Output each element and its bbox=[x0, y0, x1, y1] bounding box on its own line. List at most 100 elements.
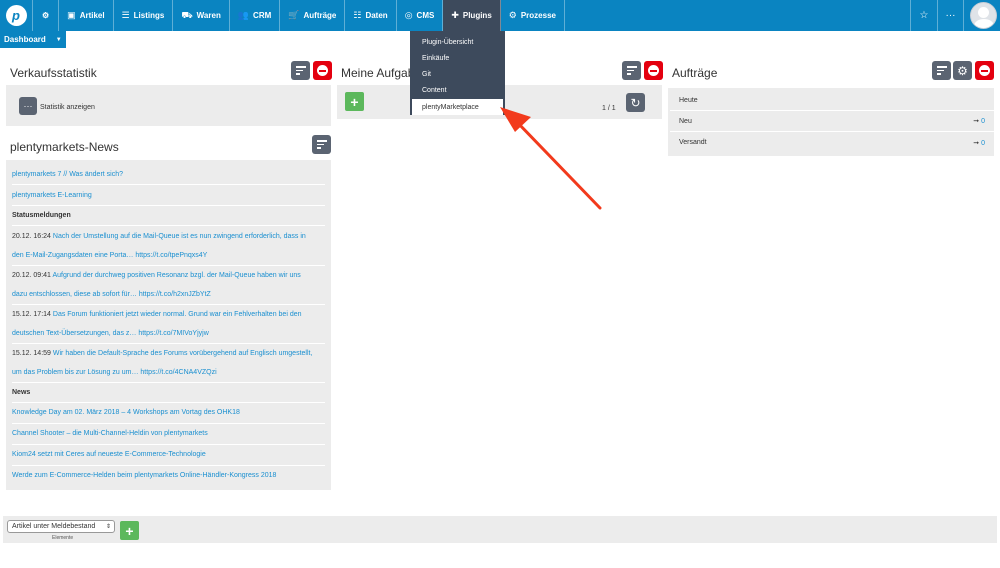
top-navigation-bar: p ⚙ ▣ Artikel ☰ Listings ⛟ Waren 👥 CRM 🛒… bbox=[0, 0, 1000, 31]
aufgaben-sort-button[interactable] bbox=[622, 61, 641, 80]
auftraege-settings-button[interactable]: ⚙ bbox=[953, 61, 972, 80]
app-root: p ⚙ ▣ Artikel ☰ Listings ⛟ Waren 👥 CRM 🛒… bbox=[0, 0, 1000, 568]
minus-circle-icon bbox=[317, 65, 328, 76]
menu-item-plentymarketplace[interactable]: plentyMarketplace bbox=[412, 99, 503, 115]
auftraege-remove-button[interactable] bbox=[975, 61, 994, 80]
widget-select[interactable]: Artikel unter Meldebestand ⇕ bbox=[7, 520, 115, 533]
nav-item-auftraege[interactable]: 🛒 Aufträge bbox=[280, 0, 346, 31]
nav-label: Artikel bbox=[79, 11, 105, 20]
status-message[interactable]: 20.12. 16:24 Nach der Umstellung auf die… bbox=[12, 227, 325, 266]
news-item[interactable]: plentymarkets 7 // Was ändert sich? bbox=[12, 165, 325, 185]
nav-label: Daten bbox=[365, 11, 388, 20]
more-button[interactable]: ··· bbox=[937, 0, 964, 31]
status-text-line1[interactable]: Das Forum funktioniert jetzt wieder norm… bbox=[53, 311, 302, 318]
cart-icon: 🛒 bbox=[288, 10, 300, 20]
news-link[interactable]: Channel Shooter – die Multi-Channel-Held… bbox=[12, 430, 208, 437]
add-task-button[interactable]: + bbox=[345, 92, 364, 111]
order-count-value[interactable]: 0 bbox=[981, 140, 985, 147]
plus-icon: + bbox=[350, 93, 359, 110]
nav-item-prozesse[interactable]: ⚙ Prozesse bbox=[501, 0, 565, 31]
plentymarkets-logo[interactable]: p bbox=[0, 0, 33, 31]
minus-circle-icon bbox=[648, 65, 659, 76]
menu-item-plugin-uebersicht[interactable]: Plugin-Übersicht bbox=[410, 34, 505, 50]
plus-icon: + bbox=[125, 522, 134, 539]
news-link[interactable]: plentymarkets 7 // Was ändert sich? bbox=[12, 171, 123, 178]
auftraege-sort-button[interactable] bbox=[932, 61, 951, 80]
news-section-heading: Statusmeldungen bbox=[12, 206, 325, 226]
menu-item-content[interactable]: Content bbox=[410, 82, 505, 98]
nav-item-listings[interactable]: ☰ Listings bbox=[114, 0, 174, 31]
gear-icon: ⚙ bbox=[957, 63, 968, 78]
status-text-line2[interactable]: dazu entschlossen, diese ab sofort für… … bbox=[12, 291, 211, 298]
status-text-line1[interactable]: Nach der Umstellung auf die Mail-Queue i… bbox=[53, 233, 306, 240]
order-row-neu[interactable]: Neu ➞ 0 bbox=[670, 111, 994, 132]
favorites-button[interactable]: ☆ bbox=[910, 0, 937, 31]
status-date: 15.12. 17:14 bbox=[12, 311, 51, 318]
sort-icon bbox=[295, 66, 306, 75]
status-text-line2[interactable]: den E-Mail-Zugangsdaten eine Porta… http… bbox=[12, 252, 207, 259]
news-link[interactable]: Werde zum E-Commerce-Helden beim plentym… bbox=[12, 472, 276, 479]
user-avatar[interactable] bbox=[970, 2, 997, 29]
heading-text: Statusmeldungen bbox=[12, 212, 71, 219]
order-row-label: Neu bbox=[679, 117, 692, 125]
arrow-right-icon: ➞ bbox=[973, 139, 980, 147]
order-row-versandt[interactable]: Versandt ➞ 0 bbox=[670, 132, 994, 153]
status-text-line1[interactable]: Aufgrund der durchweg positiven Resonanz… bbox=[53, 272, 301, 279]
news-item[interactable]: Werde zum E-Commerce-Helden beim plentym… bbox=[12, 466, 325, 487]
menu-item-einkaeufe[interactable]: Einkäufe bbox=[410, 50, 505, 66]
nav-label: CMS bbox=[416, 11, 435, 20]
chevron-down-icon: ▼ bbox=[55, 36, 62, 43]
news-link[interactable]: Kiom24 setzt mit Ceres auf neueste E-Com… bbox=[12, 451, 206, 458]
dashboard-tab-label: Dashboard bbox=[4, 35, 46, 44]
news-item[interactable]: Kiom24 setzt mit Ceres auf neueste E-Com… bbox=[12, 445, 325, 466]
news-item[interactable]: Knowledge Day am 02. März 2018 – 4 Works… bbox=[12, 403, 325, 424]
refresh-button[interactable]: ↻ bbox=[626, 93, 645, 112]
process-icon: ⚙ bbox=[508, 10, 517, 20]
sort-icon bbox=[316, 140, 327, 149]
minus-circle-icon bbox=[979, 65, 990, 76]
status-text-line1[interactable]: Wir haben die Default-Sprache des Forums… bbox=[53, 350, 313, 357]
news-item[interactable]: Channel Shooter – die Multi-Channel-Held… bbox=[12, 424, 325, 445]
verkaufsstatistik-sort-button[interactable] bbox=[291, 61, 310, 80]
status-message[interactable]: 20.12. 09:41 Aufgrund der durchweg posit… bbox=[12, 266, 325, 305]
show-statistics-button[interactable]: ··· bbox=[19, 97, 37, 115]
widget-select-value: Artikel unter Meldebestand bbox=[12, 523, 96, 530]
plugins-dropdown-menu: Plugin-Übersicht Einkäufe Git Content pl… bbox=[410, 31, 505, 115]
news-item[interactable]: plentymarkets E-Learning bbox=[12, 186, 325, 206]
order-row-heute: Heute bbox=[670, 90, 994, 111]
dashboard-tab[interactable]: Dashboard ▼ bbox=[0, 31, 66, 48]
order-count[interactable]: ➞ 0 bbox=[973, 117, 985, 125]
nav-item-crm[interactable]: 👥 CRM bbox=[230, 0, 281, 31]
settings-button[interactable]: ⚙ bbox=[33, 0, 60, 31]
news-sort-button[interactable] bbox=[312, 135, 331, 154]
status-message[interactable]: 15.12. 14:59 Wir haben die Default-Sprac… bbox=[12, 344, 325, 383]
order-count-value[interactable]: 0 bbox=[981, 118, 985, 125]
truck-icon: ⛟ bbox=[181, 9, 193, 20]
star-icon: ☆ bbox=[919, 10, 929, 21]
nav-item-waren[interactable]: ⛟ Waren bbox=[173, 0, 230, 31]
verkaufsstatistik-remove-button[interactable] bbox=[313, 61, 332, 80]
aufgaben-remove-button[interactable] bbox=[644, 61, 663, 80]
status-text-line2[interactable]: deutschen Text-Übersetzungen, das z… htt… bbox=[12, 330, 209, 337]
auftraege-title: Aufträge bbox=[672, 66, 718, 80]
nav-item-plugins[interactable]: ✚ Plugins bbox=[443, 0, 501, 31]
nav-item-daten[interactable]: ☷ Daten bbox=[345, 0, 397, 31]
news-link[interactable]: Knowledge Day am 02. März 2018 – 4 Works… bbox=[12, 409, 240, 416]
status-text-line2[interactable]: um das Problem bis zur Lösung zu um… htt… bbox=[12, 369, 217, 376]
artikel-icon: ▣ bbox=[67, 10, 76, 20]
status-message[interactable]: 15.12. 17:14 Das Forum funktioniert jetz… bbox=[12, 305, 325, 344]
status-date: 20.12. 16:24 bbox=[12, 233, 51, 240]
more-icon: ··· bbox=[23, 101, 33, 111]
news-link[interactable]: plentymarkets E-Learning bbox=[12, 192, 92, 199]
add-widget-button[interactable]: + bbox=[120, 521, 139, 540]
order-row-label: Heute bbox=[679, 96, 698, 104]
nav-item-artikel[interactable]: ▣ Artikel bbox=[59, 0, 114, 31]
nav-item-cms[interactable]: ◎ CMS bbox=[397, 0, 444, 31]
sort-icon bbox=[936, 66, 947, 75]
menu-item-git[interactable]: Git bbox=[410, 66, 505, 82]
news-title: plentymarkets-News bbox=[10, 140, 119, 154]
arrow-shaft bbox=[514, 119, 602, 210]
order-count[interactable]: ➞ 0 bbox=[973, 139, 985, 147]
nav-label: Listings bbox=[133, 11, 165, 20]
